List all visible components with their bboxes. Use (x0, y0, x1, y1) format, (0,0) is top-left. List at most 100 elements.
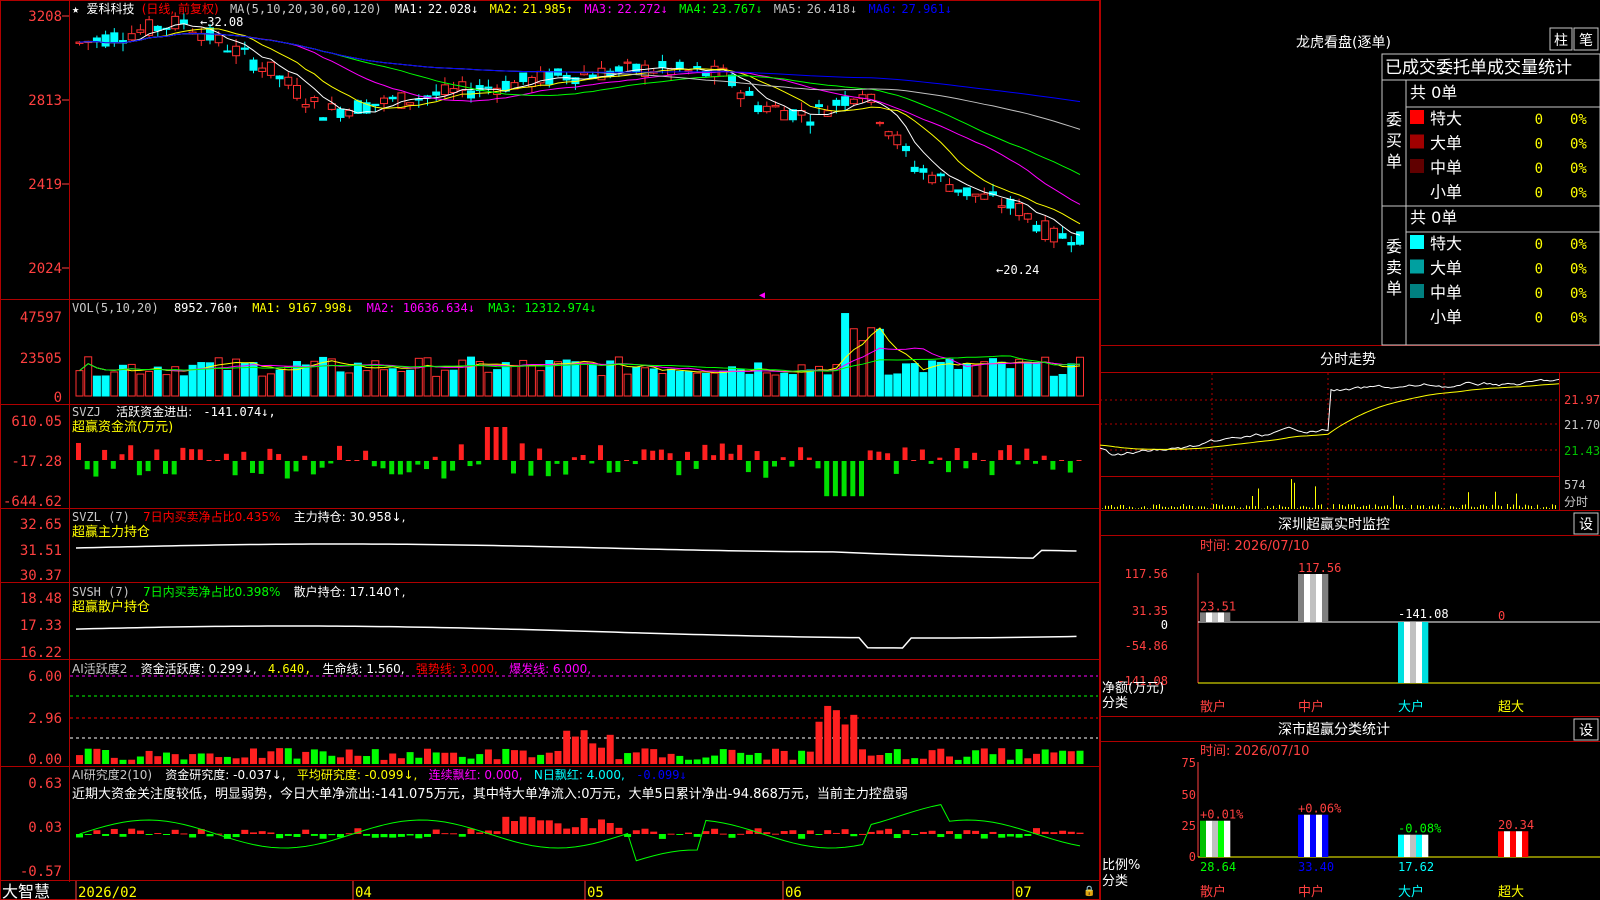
research-bar (598, 819, 605, 834)
volume-bar (197, 362, 206, 397)
fund-flow-bar (293, 461, 299, 472)
monitor-settings-button[interactable]: 设 (1573, 512, 1599, 535)
activity-bar (276, 748, 284, 764)
activity-bar (136, 756, 144, 764)
activity-bar (189, 754, 197, 764)
activity-bar (102, 750, 110, 764)
longhu-row: 特大 0 0% (1410, 234, 1587, 253)
activity-bar (693, 759, 701, 764)
candlestick (110, 28, 119, 47)
research-bar (693, 834, 701, 837)
fund-flow-bar (937, 457, 943, 460)
ma-params: MA(5,10,20,30,60,120) (230, 2, 382, 16)
candlestick (101, 30, 110, 49)
tab-bar-view[interactable]: 柱 (1549, 27, 1573, 51)
activity-bar (980, 748, 988, 764)
svsh-holding: 散户持仓: 17.140↑, (294, 584, 406, 599)
intraday-volume-bar (1513, 504, 1514, 509)
candlestick (310, 95, 319, 109)
intraday-volume-bar (1495, 491, 1496, 509)
activity-bar (737, 752, 745, 764)
research-bar (250, 832, 257, 834)
fund-flow-bar (84, 461, 90, 470)
research-bar (963, 830, 971, 834)
intraday-volume-bar (1333, 504, 1334, 509)
row-percent: 0% (1570, 286, 1587, 302)
date-tick: 2026/02 (78, 885, 137, 900)
fund-flow-bar (1076, 460, 1082, 461)
fund-flow-bar (232, 461, 238, 476)
fund-flow-bar (1041, 455, 1047, 460)
date-axis: 2026/02 04 05 06 07 (75, 881, 1032, 900)
intraday-volume-bar (1555, 505, 1556, 509)
intraday-volume-bar (1267, 505, 1268, 509)
volume-bar (136, 373, 145, 397)
volume-bar (858, 340, 867, 397)
candlestick (971, 193, 980, 203)
candlestick (554, 68, 562, 77)
volume-bar (693, 372, 702, 397)
category-label: 超大 (1498, 700, 1524, 715)
activity-bar (1033, 753, 1040, 764)
volume-bar (1032, 362, 1041, 397)
activity-bar (119, 759, 127, 764)
fund-flow-bar (641, 449, 647, 460)
fund-flow-bar (502, 427, 508, 460)
research-bar (84, 834, 92, 835)
intraday-volume-bar (1255, 506, 1256, 509)
intraday-chart[interactable] (1100, 373, 1560, 510)
color-swatch (1410, 134, 1424, 149)
ai-research-tick: 0.63 (28, 776, 62, 792)
date-tick: 06 (785, 885, 802, 900)
candlestick (136, 24, 145, 35)
volume-bar (736, 369, 745, 397)
fund-flow-bar (850, 461, 856, 497)
tab-pen-view[interactable]: 笔 (1573, 27, 1599, 51)
research-bar (850, 834, 858, 837)
activity-bar (293, 758, 301, 764)
price-axis: 3208 2813 2419 2024 (28, 9, 62, 277)
candlestick (223, 44, 232, 53)
intraday-volume-bar (1423, 505, 1424, 509)
ma-line (79, 23, 1081, 236)
lock-icon[interactable]: 🔒 (1083, 885, 1095, 897)
intraday-volume-bar (1273, 505, 1274, 509)
research-bar (972, 830, 980, 834)
fund-flow-bar (615, 461, 621, 473)
intraday-axis: 21.97 21.70 21.43 574 分时 (1564, 393, 1600, 509)
intraday-volume-bar (1471, 506, 1472, 509)
volume-bar (266, 373, 275, 397)
svg-text:设: 设 (1579, 723, 1593, 739)
research-bar (145, 834, 153, 835)
activity-bar (772, 748, 779, 764)
research-bar (1067, 831, 1075, 834)
activity-bar (76, 755, 83, 764)
fund-flow-bar (946, 461, 951, 473)
bar-change-label: +0.06% (1298, 802, 1342, 816)
main-chart-area[interactable]: 3208 2813 2419 2024 ★ 爱科科技 (日线, 前复权) MA(… (0, 0, 1100, 900)
candlestick (675, 59, 684, 72)
candlestick (1041, 215, 1050, 242)
candlestick (1076, 231, 1084, 246)
classify-settings-button[interactable]: 设 (1573, 718, 1599, 741)
intraday-volume-bar (1369, 504, 1370, 509)
fund-flow-bar (1033, 461, 1038, 464)
activity-bar (528, 757, 536, 764)
intraday-tick: 21.97 (1564, 393, 1600, 407)
research-bar (258, 831, 266, 834)
longhu-row: 大单 0 0% (1410, 259, 1587, 278)
activity-bar (806, 751, 814, 764)
intraday-volume-bar (1501, 506, 1502, 509)
intraday-volume-bar (1144, 506, 1145, 509)
volume-bar (780, 372, 789, 397)
candlestick (919, 164, 928, 180)
bar-value-label: 20.34 (1498, 818, 1534, 832)
research-bar (806, 830, 814, 834)
intraday-volume-bar (1528, 505, 1529, 509)
ai-research-last: -0.099↓ (636, 768, 687, 782)
low-price-label: ←20.24 (996, 263, 1039, 277)
research-bar (1015, 834, 1023, 838)
ai-research-comment: 近期大资金关注度较低，明显弱势，今日大单净流出:-141.075万元，其中特大单… (72, 786, 908, 802)
intraday-volume-bar (1321, 504, 1322, 509)
brand-logo[interactable]: 大智慧 (2, 882, 50, 900)
